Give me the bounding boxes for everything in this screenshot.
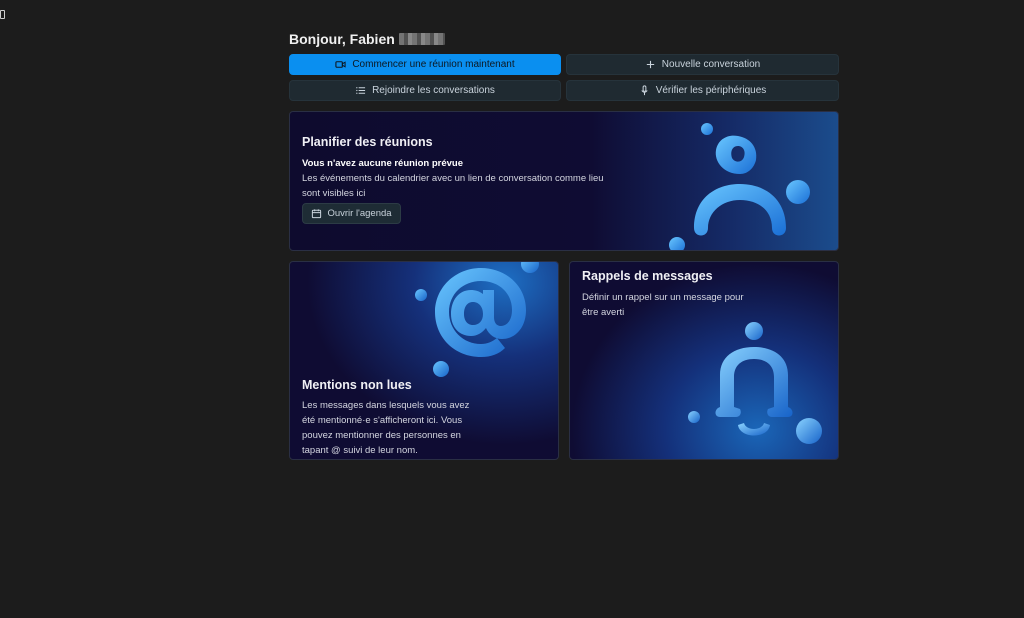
check-devices-label: Vérifier les périphériques [655, 85, 767, 96]
card-body: Les messages dans lesquels vous avez été… [302, 398, 469, 458]
plus-icon [646, 60, 654, 69]
unread-mentions-card: Mentions non lues Les messages dans lesq… [289, 261, 559, 460]
card-body-line: été mentionné·e s'afficheront ici. Vous [302, 415, 463, 426]
open-agenda-label: Ouvrir l'agenda [327, 208, 392, 219]
microphone-icon [641, 85, 648, 96]
window-corner-icon [0, 10, 5, 19]
card-body-line: Les messages dans lesquels vous avez [302, 400, 470, 411]
card-body: Vous n'avez aucune réunion prévue Les év… [302, 156, 604, 201]
greeting: Bonjour, Fabien [289, 31, 445, 47]
list-icon [356, 87, 366, 94]
card-body-line: Les événements du calendrier avec un lie… [302, 173, 604, 184]
card-body-line: sont visibles ici [302, 188, 366, 199]
join-conversations-label: Rejoindre les conversations [372, 85, 495, 96]
card-subtitle: Vous n'avez aucune réunion prévue [302, 158, 463, 169]
card-title: Rappels de messages [582, 269, 713, 283]
calendar-icon [312, 209, 322, 219]
greeting-text: Bonjour, Fabien [289, 31, 395, 47]
start-meeting-label: Commencer une réunion maintenant [352, 59, 515, 70]
person-illustration-icon [669, 123, 810, 250]
video-icon [335, 61, 346, 68]
join-conversations-button[interactable]: Rejoindre les conversations [289, 80, 561, 101]
at-sign-illustration-icon [415, 262, 539, 377]
card-title: Planifier des réunions [302, 135, 433, 149]
start-meeting-button[interactable]: Commencer une réunion maintenant [289, 54, 561, 75]
check-devices-button[interactable]: Vérifier les périphériques [566, 80, 839, 101]
open-agenda-button[interactable]: Ouvrir l'agenda [302, 203, 401, 224]
card-body-line: pouvez mentionner des personnes en [302, 430, 461, 441]
new-conversation-button[interactable]: Nouvelle conversation [566, 54, 839, 75]
card-body: Définir un rappel sur un message pour êt… [582, 290, 744, 320]
message-reminders-card: Rappels de messages Définir un rappel su… [569, 261, 839, 460]
schedule-meetings-card: Planifier des réunions Vous n'avez aucun… [289, 111, 839, 251]
card-body-line: Définir un rappel sur un message pour [582, 292, 744, 303]
new-conversation-label: Nouvelle conversation [661, 59, 761, 70]
redacted-surname [398, 33, 445, 45]
card-body-line: tapant @ suivi de leur nom. [302, 445, 418, 456]
card-title: Mentions non lues [302, 378, 412, 392]
bell-illustration-icon [688, 322, 822, 444]
